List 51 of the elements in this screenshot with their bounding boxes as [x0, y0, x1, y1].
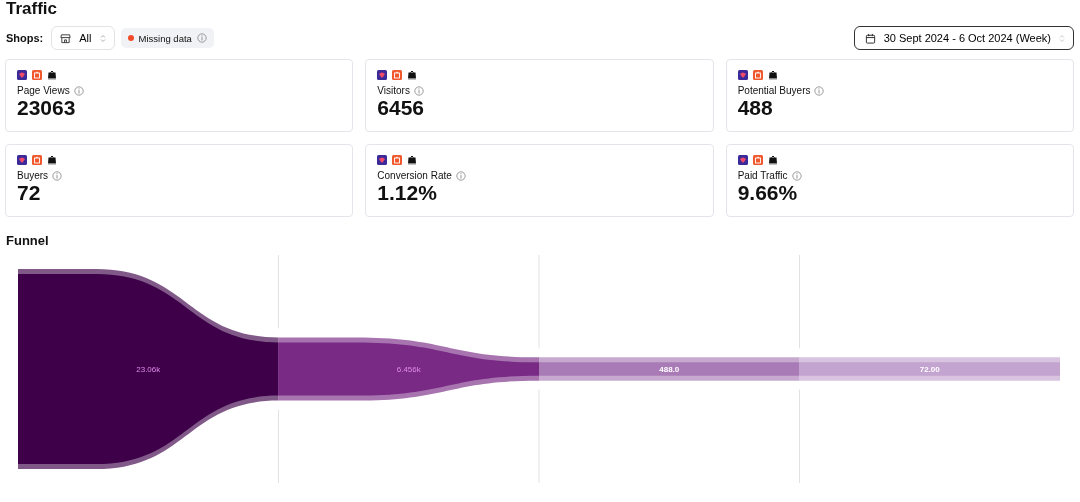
- app-icon: [737, 154, 748, 165]
- chevron-updown-icon: [1059, 33, 1065, 43]
- data-label: 6.456k: [396, 365, 421, 374]
- metric-value: 488: [737, 97, 773, 119]
- metric-label: Paid Traffic: [737, 170, 788, 182]
- bag-icon: [752, 154, 763, 165]
- metric-label: Page Views: [17, 85, 70, 97]
- bag-icon: [392, 154, 403, 165]
- info-icon: [413, 86, 424, 96]
- shopping-bag-icon: [407, 69, 418, 80]
- date-range-select[interactable]: 30 Sept 2024 - 6 Oct 2024 (Week): [853, 26, 1074, 50]
- info-icon: [814, 86, 825, 96]
- bag-icon: [752, 69, 763, 80]
- page-title: Traffic: [5, 0, 59, 20]
- data-label: 23.06k: [136, 365, 161, 374]
- shopping-bag-icon: [47, 154, 57, 165]
- app-icon: [17, 154, 27, 165]
- shop-select[interactable]: All: [51, 26, 115, 50]
- app-icon: [377, 154, 388, 165]
- info-icon: [791, 171, 802, 181]
- app-icon: [17, 69, 27, 80]
- info-icon: [455, 171, 466, 181]
- shopping-bag-icon: [407, 154, 418, 165]
- metric-label: Potential Buyers: [737, 85, 811, 97]
- data-label: 488.0: [659, 365, 680, 374]
- info-icon: [52, 171, 63, 181]
- app-icon: [377, 69, 388, 80]
- shopping-bag-icon: [47, 69, 57, 80]
- metric-label: Buyers: [17, 170, 49, 182]
- badge-label: Missing data: [138, 32, 192, 44]
- metric-label: Visitors: [377, 85, 410, 97]
- section-title: Funnel: [5, 232, 50, 249]
- metric-value: 9.66%: [737, 182, 798, 204]
- metric-value: 72: [17, 182, 41, 204]
- calendar-icon: [864, 32, 876, 44]
- metric-value: 1.12%: [377, 182, 437, 204]
- bag-icon: [32, 69, 42, 80]
- shopping-bag-icon: [767, 69, 778, 80]
- store-icon: [60, 32, 72, 44]
- bag-icon: [32, 154, 42, 165]
- shops-label: Shops:: [6, 32, 44, 44]
- data-label: 72.00: [919, 365, 940, 374]
- metric-value: 23063: [17, 97, 76, 119]
- metric-label: Conversion Rate: [377, 170, 452, 182]
- info-icon: [73, 86, 84, 96]
- metric-value: 6456: [377, 97, 425, 119]
- chevron-updown-icon: [99, 33, 106, 43]
- bag-icon: [392, 69, 403, 80]
- shopping-bag-icon: [767, 154, 778, 165]
- info-icon: [196, 33, 207, 43]
- app-icon: [737, 69, 748, 80]
